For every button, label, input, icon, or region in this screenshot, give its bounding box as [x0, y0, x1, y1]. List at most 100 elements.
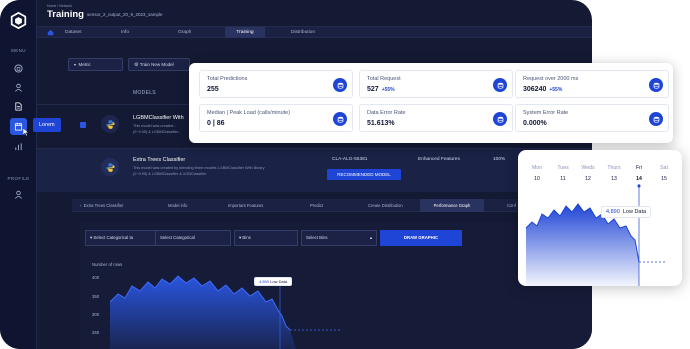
select-bins-select[interactable]: Select Bins ▴: [301, 230, 377, 246]
tab-performance-graph[interactable]: Performance Graph: [420, 199, 484, 212]
model-percent: 100%: [493, 157, 506, 162]
tab-distribution[interactable]: Distribution: [285, 27, 321, 38]
database-icon: [493, 112, 507, 126]
app-logo-icon[interactable]: [10, 12, 27, 29]
weekly-tooltip: 4,890 Low Data: [601, 206, 652, 218]
select-bins-select-label: Select Bins: [306, 235, 328, 240]
metric-select[interactable]: ▾ Metric: [68, 58, 123, 71]
categorical-select-label: Select Categorical: [160, 235, 195, 240]
day-label: Thurs: [607, 165, 621, 171]
page-title: Training: [47, 9, 84, 20]
models-heading: MODELS: [133, 90, 156, 96]
settings-icon: ⚙: [134, 62, 139, 68]
recommended-model-button[interactable]: RECOMMENDED MODEL: [327, 169, 401, 180]
draw-graphic-button[interactable]: DRAW GRAPHIC: [380, 230, 462, 246]
metric-label: Metric: [78, 62, 91, 67]
sidebar: MENU PROFILE: [0, 0, 37, 349]
bar-chart-icon: [15, 143, 22, 151]
weekly-area-chart: [525, 184, 666, 286]
stat-label: Request over 2000 ms: [523, 76, 579, 82]
database-icon: [333, 78, 347, 92]
stat-label: Data Error Rate: [367, 110, 406, 116]
chevron-down-icon: ▾: [90, 235, 93, 240]
chevron-down-icon: ▾: [74, 62, 77, 67]
row-count-area-chart: [110, 275, 340, 349]
tab-model-info[interactable]: Model info: [164, 199, 191, 212]
y-tick: 400: [92, 275, 100, 280]
stat-value: 0.000%: [523, 120, 547, 127]
tab-back-model[interactable]: ‹ Extra Trees Classifier: [76, 199, 128, 212]
stat-delta: +55%: [381, 87, 395, 93]
home-icon[interactable]: [47, 29, 54, 36]
chevron-left-icon: ‹: [80, 203, 82, 208]
categorical-select[interactable]: Select Categorical: [155, 230, 231, 246]
tab-important-features[interactable]: Important Features: [224, 199, 267, 212]
home-icon: [14, 64, 23, 73]
graph-panel: ▾ Select Categorical ta Select Categoric…: [80, 222, 592, 349]
user-icon: [15, 83, 22, 92]
tab-predict[interactable]: Predict: [306, 199, 327, 212]
stat-value: 51.613%: [367, 120, 395, 127]
stat-value: 255: [207, 86, 219, 93]
chevron-down-icon: ▴: [369, 235, 372, 240]
graph-tooltip-value: 4,890: [259, 279, 270, 284]
stat-delta: +55%: [549, 87, 563, 93]
train-new-model-button[interactable]: ⚙ Train New Model: [128, 58, 190, 71]
stat-label: System Error Rate: [523, 110, 569, 116]
sidebar-item-profile[interactable]: [11, 187, 26, 202]
stat-value-wrap: 527 +55%: [367, 86, 395, 93]
breadcrumb[interactable]: Home / Network: [47, 4, 72, 8]
stat-value-wrap: 255: [207, 86, 219, 93]
weekly-tooltip-label: Low Data: [622, 209, 647, 215]
day-label-selected[interactable]: Fri: [629, 165, 649, 171]
tab-dataset[interactable]: Dataset: [59, 27, 88, 38]
stat-label: Median | Peak Load (calls/minute): [207, 110, 291, 116]
day-label: Tues: [557, 165, 569, 171]
model-checkbox[interactable]: [80, 122, 86, 128]
stat-value-wrap: 0.000%: [523, 120, 547, 127]
stat-value: 306240: [523, 86, 547, 93]
dataset-path: sensor_2_output_20_9_2023_sample: [87, 12, 163, 17]
stat-value-wrap: 306240 +55%: [523, 86, 562, 93]
model-code: CLA-ALG-55381: [332, 157, 368, 162]
tab-graph[interactable]: Graph: [172, 27, 197, 38]
model-tabs: ‹ Extra Trees Classifier Model info Impo…: [72, 199, 592, 212]
model-name: Extra Trees Classifier: [133, 157, 186, 163]
categorical-table-select[interactable]: ▾ Select Categorical ta: [85, 230, 158, 246]
stat-card-total-predictions: Total Predictions 255: [199, 70, 353, 98]
top-bar: Home / Network Training sensor_2_output_…: [37, 0, 592, 26]
y-tick: 300: [92, 312, 100, 317]
python-icon: [101, 115, 119, 133]
graph-tooltip-label: Low Data: [270, 279, 288, 284]
document-icon: [15, 102, 22, 111]
database-icon: [649, 112, 663, 126]
date-label: 12: [585, 176, 591, 182]
y-tick: 250: [92, 330, 100, 335]
stat-card-median-peak: Median | Peak Load (calls/minute) 0 | 86: [199, 104, 353, 132]
database-icon: [649, 78, 663, 92]
bins-select[interactable]: ▾ Bins: [234, 230, 298, 246]
date-label: 10: [534, 176, 540, 182]
tab-info[interactable]: Info: [115, 27, 135, 38]
user-icon: [15, 190, 22, 199]
date-label-selected[interactable]: 14: [629, 176, 649, 182]
sidebar-item-user[interactable]: [11, 80, 26, 95]
tab-training[interactable]: Training: [225, 27, 265, 38]
graph-tooltip: 4,890 Low Data: [254, 277, 293, 286]
cursor-icon: [23, 128, 29, 136]
sidebar-item-home[interactable]: [11, 61, 26, 76]
date-label: 11: [560, 176, 566, 182]
stat-value-wrap: 51.613%: [367, 120, 395, 127]
stat-card-data-error-rate: Data Error Rate 51.613%: [359, 104, 513, 132]
sidebar-item-document[interactable]: [11, 99, 26, 114]
weekly-chart-card: Mon Tues Weds Thurs Fri Sat 10 11 12 13 …: [518, 150, 682, 286]
tab-create-distribution[interactable]: Create Distribution: [364, 199, 407, 212]
date-label: 15: [661, 176, 667, 182]
sidebar-item-analytics[interactable]: [11, 139, 26, 154]
python-icon: [101, 158, 119, 176]
day-label: Sat: [660, 165, 668, 171]
stat-card-request-over: Request over 2000 ms 306240 +55%: [515, 70, 669, 98]
stats-panel: Total Predictions 255 Total Request 527 +…: [189, 63, 673, 143]
database-icon: [493, 78, 507, 92]
model-features: Enhanced Features: [418, 157, 460, 162]
